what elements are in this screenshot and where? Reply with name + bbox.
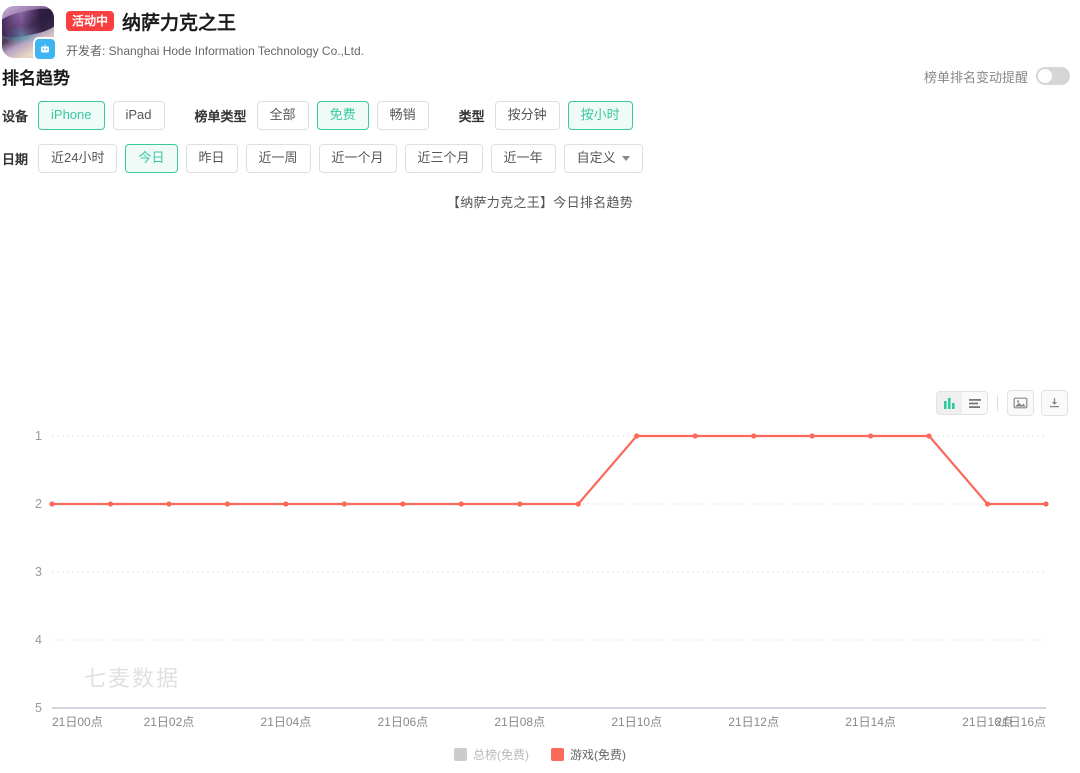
toggle-knob <box>1038 69 1052 83</box>
data-point <box>693 433 698 438</box>
date-option-week[interactable]: 近一周 <box>246 144 311 173</box>
filter-row-date: 日期 近24小时 今日 昨日 近一周 近一个月 近三个月 近一年 自定义 <box>0 137 1080 180</box>
x-tick-label: 21日02点 <box>144 715 195 729</box>
x-tick-label: 21日16点 <box>962 715 1013 729</box>
device-option-ipad[interactable]: iPad <box>113 101 165 130</box>
x-tick-label: 21日04点 <box>261 715 312 729</box>
y-tick-label: 3 <box>35 565 42 579</box>
device-option-iphone[interactable]: iPhone <box>38 101 104 130</box>
data-point <box>810 433 815 438</box>
list-type-option-grossing[interactable]: 畅销 <box>377 101 429 130</box>
device-filter-group: iPhone iPad <box>38 101 165 130</box>
date-option-today[interactable]: 今日 <box>125 144 177 173</box>
legend-label: 总榜(免费) <box>473 746 529 763</box>
data-point <box>49 501 54 506</box>
developer-line: 开发者: Shanghai Hode Information Technolog… <box>66 42 364 59</box>
date-option-month[interactable]: 近一个月 <box>319 144 397 173</box>
data-point <box>400 501 405 506</box>
download-icon[interactable] <box>1041 390 1068 416</box>
granularity-option-minute[interactable]: 按分钟 <box>495 101 560 130</box>
data-point <box>517 501 522 506</box>
x-tick-label: 21日10点 <box>611 715 662 729</box>
rank-trend-chart-card: 【纳萨力克之王】今日排名趋势 <box>0 184 1080 564</box>
data-point <box>1043 501 1048 506</box>
list-type-filter-label: 榜单类型 <box>195 106 247 125</box>
section-header: 排名趋势 榜单排名变动提醒 <box>0 58 1080 94</box>
app-title-line: 活动中 纳萨力克之王 <box>66 9 364 33</box>
granularity-filter-group: 按分钟 按小时 <box>495 101 633 130</box>
data-point <box>342 501 347 506</box>
date-filter-label: 日期 <box>2 149 28 168</box>
x-tick-label: 21日12点 <box>728 715 779 729</box>
data-point <box>985 501 990 506</box>
list-view-icon[interactable] <box>962 392 987 414</box>
chart-legend: 总榜(免费) 游戏(免费) <box>0 746 1080 763</box>
date-option-three-months[interactable]: 近三个月 <box>405 144 483 173</box>
bot-badge-icon <box>33 37 57 61</box>
rank-alert-toggle[interactable] <box>1036 67 1070 85</box>
data-point <box>108 501 113 506</box>
app-header: 活动中 纳萨力克之王 开发者: Shanghai Hode Informatio… <box>0 0 1080 58</box>
x-tick-label: 21日14点 <box>845 715 896 729</box>
app-name: 纳萨力克之王 <box>122 8 236 35</box>
device-filter-label: 设备 <box>2 106 28 125</box>
list-type-filter-group: 全部 免费 畅销 <box>257 101 429 130</box>
y-tick-label: 4 <box>35 633 42 647</box>
date-option-24h[interactable]: 近24小时 <box>38 144 117 173</box>
list-type-option-free[interactable]: 免费 <box>317 101 369 130</box>
rank-alert-label: 榜单排名变动提醒 <box>924 67 1028 86</box>
x-tick-label: 21日08点 <box>494 715 545 729</box>
x-tick-label: 21日06点 <box>377 715 428 729</box>
legend-swatch <box>551 748 564 761</box>
data-point <box>459 501 464 506</box>
y-tick-label: 1 <box>35 429 42 443</box>
y-tick-label: 2 <box>35 497 42 511</box>
view-mode-toggle <box>936 391 988 415</box>
image-icon[interactable] <box>1007 390 1034 416</box>
status-badge: 活动中 <box>66 11 114 31</box>
rank-alert-control[interactable]: 榜单排名变动提醒 <box>924 67 1070 86</box>
x-tick-label: 21日00点 <box>52 715 103 729</box>
chart-toolbar <box>936 390 1068 416</box>
chart-title: 【纳萨力克之王】今日排名趋势 <box>0 184 1080 211</box>
page-title: 排名趋势 <box>2 64 70 89</box>
legend-item-games-free[interactable]: 游戏(免费) <box>551 746 626 763</box>
legend-item-overall-free[interactable]: 总榜(免费) <box>454 746 529 763</box>
date-filter-group: 近24小时 今日 昨日 近一周 近一个月 近三个月 近一年 自定义 <box>38 144 643 173</box>
granularity-option-hour[interactable]: 按小时 <box>568 101 633 130</box>
app-meta: 活动中 纳萨力克之王 开发者: Shanghai Hode Informatio… <box>66 6 364 59</box>
y-tick-label: 5 <box>35 701 42 715</box>
data-point <box>283 501 288 506</box>
legend-label: 游戏(免费) <box>570 746 626 763</box>
bar-chart-icon[interactable] <box>937 392 962 414</box>
data-point <box>166 501 171 506</box>
date-option-yesterday[interactable]: 昨日 <box>186 144 238 173</box>
list-type-option-all[interactable]: 全部 <box>257 101 309 130</box>
filter-row-primary: 设备 iPhone iPad 榜单类型 全部 免费 畅销 类型 按分钟 按小时 <box>0 94 1080 137</box>
chart-watermark: 七麦数据 <box>84 661 180 693</box>
data-point <box>751 433 756 438</box>
data-point <box>576 501 581 506</box>
date-option-custom[interactable]: 自定义 <box>564 144 643 173</box>
app-icon-wrapper[interactable] <box>2 6 54 58</box>
data-point <box>868 433 873 438</box>
toolbar-divider <box>997 395 998 411</box>
legend-swatch <box>454 748 467 761</box>
data-point <box>926 433 931 438</box>
date-option-year[interactable]: 近一年 <box>491 144 556 173</box>
data-point <box>225 501 230 506</box>
data-point <box>634 433 639 438</box>
x-tick-label: 21日16点 <box>995 715 1046 729</box>
granularity-filter-label: 类型 <box>459 106 485 125</box>
series-line-1 <box>52 436 1046 504</box>
